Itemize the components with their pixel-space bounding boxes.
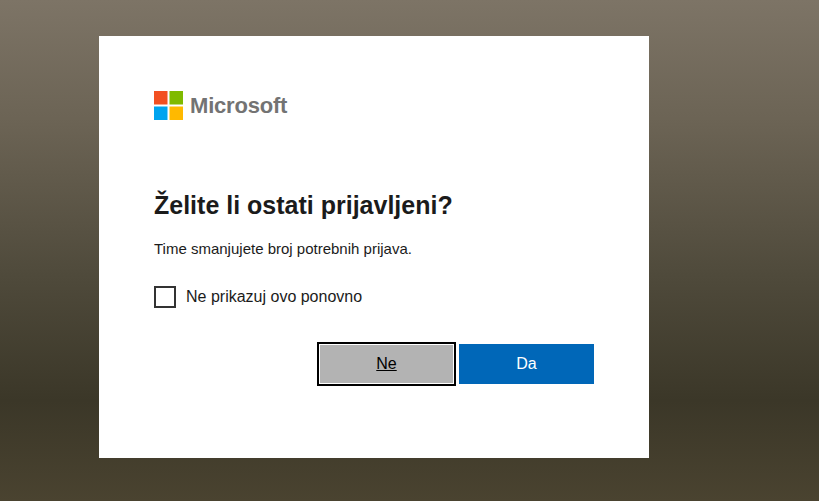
dialog-title: Želite li ostati prijavljeni? [154, 190, 594, 221]
checkbox-box[interactable] [154, 286, 176, 308]
checkbox-label: Ne prikazuj ovo ponovno [186, 288, 362, 306]
dialog-card: Microsoft Želite li ostati prijavljeni? Ti… [99, 36, 649, 458]
microsoft-logo-icon [154, 91, 183, 120]
yes-button[interactable]: Da [459, 344, 594, 384]
logo: Microsoft [154, 91, 594, 120]
dialog-description: Time smanjujete broj potrebnih prijava. [154, 239, 594, 259]
no-button[interactable]: Ne [317, 342, 456, 386]
logo-text: Microsoft [190, 93, 287, 119]
background-photo: Microsoft Želite li ostati prijavljeni? Ti… [0, 0, 819, 501]
dont-show-checkbox[interactable]: Ne prikazuj ovo ponovno [154, 286, 594, 308]
button-row: NeDa [154, 342, 594, 386]
